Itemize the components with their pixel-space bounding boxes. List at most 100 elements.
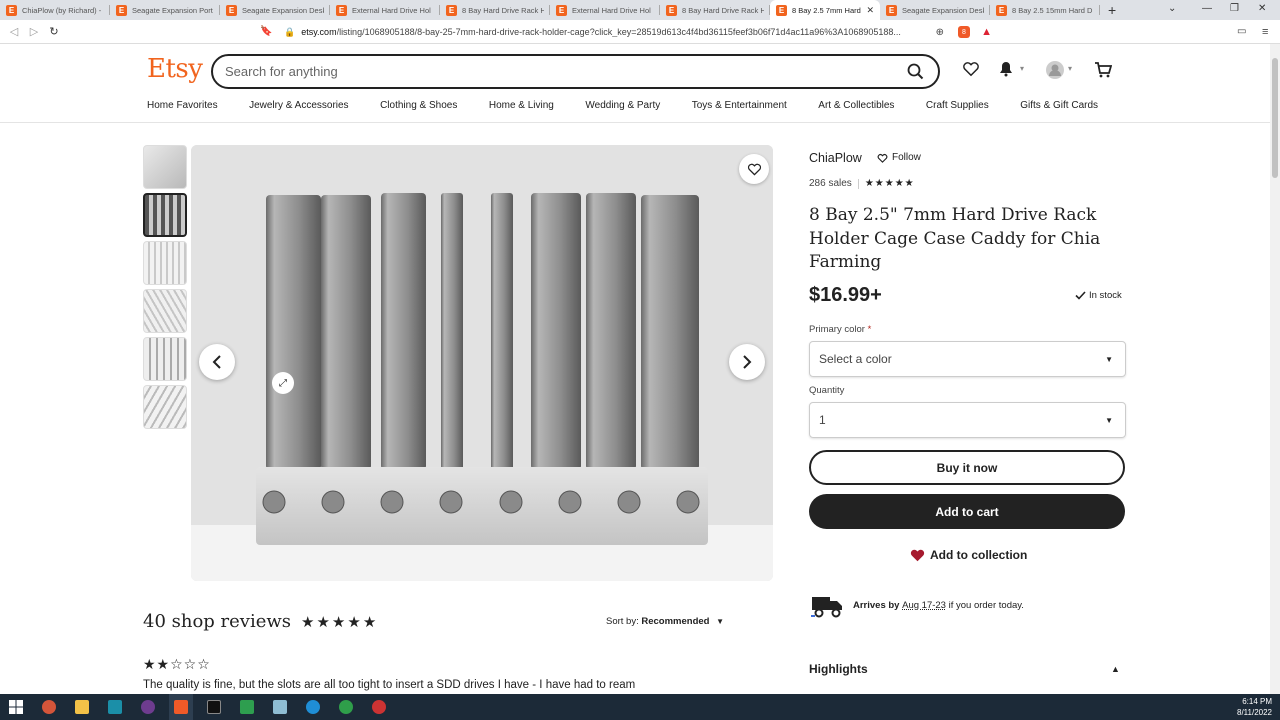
notifications-bell-icon[interactable]: [998, 61, 1014, 82]
favorites-heart-icon[interactable]: [962, 60, 980, 82]
tab-search-icon[interactable]: ⌄: [1168, 3, 1176, 14]
back-icon[interactable]: ◁: [4, 25, 24, 38]
etsy-favicon-icon: E: [556, 4, 567, 16]
browser-tab-active[interactable]: E 8 Bay 2.5 7mm Hard ✕: [770, 0, 880, 20]
restore-icon[interactable]: ❐: [1230, 3, 1239, 14]
edge-icon[interactable]: [301, 694, 325, 720]
scrollbar-thumb[interactable]: [1272, 58, 1278, 178]
product-thumbnail-selected[interactable]: [143, 193, 187, 237]
search-icon[interactable]: [907, 63, 924, 83]
zoom-icon[interactable]: ⊕: [936, 27, 944, 38]
chevron-right-icon: [743, 355, 752, 369]
arrives-date[interactable]: Aug 17-23: [902, 600, 946, 611]
terminal-icon[interactable]: [202, 694, 226, 720]
category-link[interactable]: Craft Supplies: [926, 100, 989, 111]
sort-reviews-dropdown[interactable]: Sort by: Recommended ▼: [606, 616, 724, 627]
browser-tab[interactable]: E Seagate Expansion Port: [110, 0, 220, 20]
review-stars: ★★☆☆☆: [143, 656, 211, 672]
product-thumbnail[interactable]: [143, 241, 187, 285]
chrome-icon[interactable]: [334, 694, 358, 720]
file-explorer-icon[interactable]: [70, 694, 94, 720]
app-icon[interactable]: [103, 694, 127, 720]
search-placeholder: Search for anything: [225, 64, 338, 79]
primary-color-text: Primary color: [809, 324, 865, 335]
primary-color-select[interactable]: Select a color ▼: [809, 341, 1126, 377]
brave-shield-icon[interactable]: 8: [958, 26, 970, 38]
category-link[interactable]: Home Favorites: [147, 100, 218, 111]
windows-start-icon[interactable]: [4, 694, 28, 720]
tab-title: Seagate Expansion Desk: [902, 5, 984, 15]
minimize-icon[interactable]: —: [1202, 3, 1212, 14]
app-icon[interactable]: [136, 694, 160, 720]
category-link[interactable]: Home & Living: [489, 100, 554, 111]
category-link[interactable]: Wedding & Party: [585, 100, 660, 111]
cart-icon[interactable]: [1094, 61, 1113, 83]
browser-tab[interactable]: E External Hard Drive Hol: [330, 0, 440, 20]
browser-tab[interactable]: E 8 Bay 2.5 15mm Hard D: [990, 0, 1100, 20]
browser-tab[interactable]: E Seagate Expansion Desk: [220, 0, 330, 20]
close-tab-icon[interactable]: ✕: [866, 5, 874, 16]
category-link[interactable]: Art & Collectibles: [818, 100, 894, 111]
app-icon[interactable]: [268, 694, 292, 720]
tab-title: ChiaPlow (by Richard) -: [22, 5, 102, 15]
brave-browser-icon[interactable]: [169, 694, 193, 720]
app-icon[interactable]: [37, 694, 61, 720]
highlights-heading[interactable]: Highlights: [809, 662, 868, 676]
add-to-collection-button[interactable]: Add to collection: [910, 548, 1027, 562]
shop-name-link[interactable]: ChiaPlow: [809, 151, 862, 165]
app-icon[interactable]: [367, 694, 391, 720]
header-divider: [0, 122, 1270, 123]
product-thumbnail[interactable]: [143, 385, 187, 429]
product-price: $16.99+: [809, 284, 882, 306]
carousel-next-button[interactable]: [729, 344, 765, 380]
chevron-down-icon[interactable]: ▾: [1068, 64, 1072, 73]
menu-icon[interactable]: ≡: [1262, 26, 1268, 38]
follow-shop-button[interactable]: Follow: [877, 152, 921, 163]
chevron-down-icon[interactable]: ▾: [1020, 64, 1024, 73]
browser-tab[interactable]: E 8 Bay Hard Drive Rack H: [440, 0, 550, 20]
tab-title: External Hard Drive Hol: [572, 5, 651, 15]
quantity-select[interactable]: 1 ▼: [809, 402, 1126, 438]
app-icon[interactable]: [235, 694, 259, 720]
forward-icon[interactable]: ▷: [24, 25, 44, 38]
page-scrollbar[interactable]: [1270, 44, 1280, 694]
expand-image-icon[interactable]: ⤢: [272, 372, 294, 394]
stock-label: In stock: [1089, 290, 1122, 301]
new-tab-icon[interactable]: +: [1108, 2, 1116, 18]
category-link[interactable]: Gifts & Gift Cards: [1020, 100, 1098, 111]
primary-color-label: Primary color *: [809, 324, 871, 335]
product-thumbnail[interactable]: [143, 145, 187, 189]
avatar[interactable]: [1046, 61, 1064, 84]
chevron-up-icon[interactable]: ▲: [1111, 664, 1120, 674]
url-field[interactable]: 🔒 etsy.com/listing/1068905188/8-bay-25-7…: [256, 22, 996, 42]
browser-tab[interactable]: E ChiaPlow (by Richard) -: [0, 0, 110, 20]
browser-tab[interactable]: E 8 Bay Hard Drive Rack H: [660, 0, 770, 20]
rating-stars[interactable]: ★★★★★: [865, 178, 915, 189]
sales-count: 286 sales: [809, 178, 852, 189]
reload-icon[interactable]: ↻: [44, 25, 64, 38]
url-path: /listing/1068905188/8-bay-25-7mm-hard-dr…: [336, 27, 901, 37]
address-bar: ◁ ▷ ↻ 🔖 🔒 etsy.com/listing/1068905188/8-…: [0, 20, 1280, 44]
etsy-logo[interactable]: Etsy: [147, 54, 203, 84]
category-link[interactable]: Toys & Entertainment: [692, 100, 787, 111]
browser-tab[interactable]: E Seagate Expansion Desk: [880, 0, 990, 20]
category-link[interactable]: Jewelry & Accessories: [249, 100, 348, 111]
carousel-prev-button[interactable]: [199, 344, 235, 380]
system-clock[interactable]: 6:14 PM 8/11/2022: [1237, 696, 1272, 718]
buy-now-button[interactable]: Buy it now: [809, 450, 1125, 485]
brave-rewards-icon[interactable]: ▲: [981, 26, 992, 38]
product-thumbnail[interactable]: [143, 337, 187, 381]
etsy-favicon-icon: E: [116, 4, 127, 16]
category-link[interactable]: Clothing & Shoes: [380, 100, 457, 111]
product-main-image[interactable]: ⤢: [191, 145, 773, 581]
product-thumbnail[interactable]: [143, 289, 187, 333]
add-to-collection-label: Add to collection: [930, 548, 1028, 562]
browser-tab[interactable]: E External Hard Drive Hol: [550, 0, 660, 20]
close-window-icon[interactable]: ✕: [1258, 3, 1266, 14]
favorite-item-button[interactable]: [739, 154, 769, 184]
sidebar-icon[interactable]: ▭: [1237, 26, 1246, 37]
add-to-cart-button[interactable]: Add to cart: [809, 494, 1125, 529]
search-input[interactable]: Search for anything: [211, 54, 940, 89]
etsy-favicon-icon: E: [336, 4, 347, 16]
caret-down-icon: ▼: [716, 617, 725, 626]
